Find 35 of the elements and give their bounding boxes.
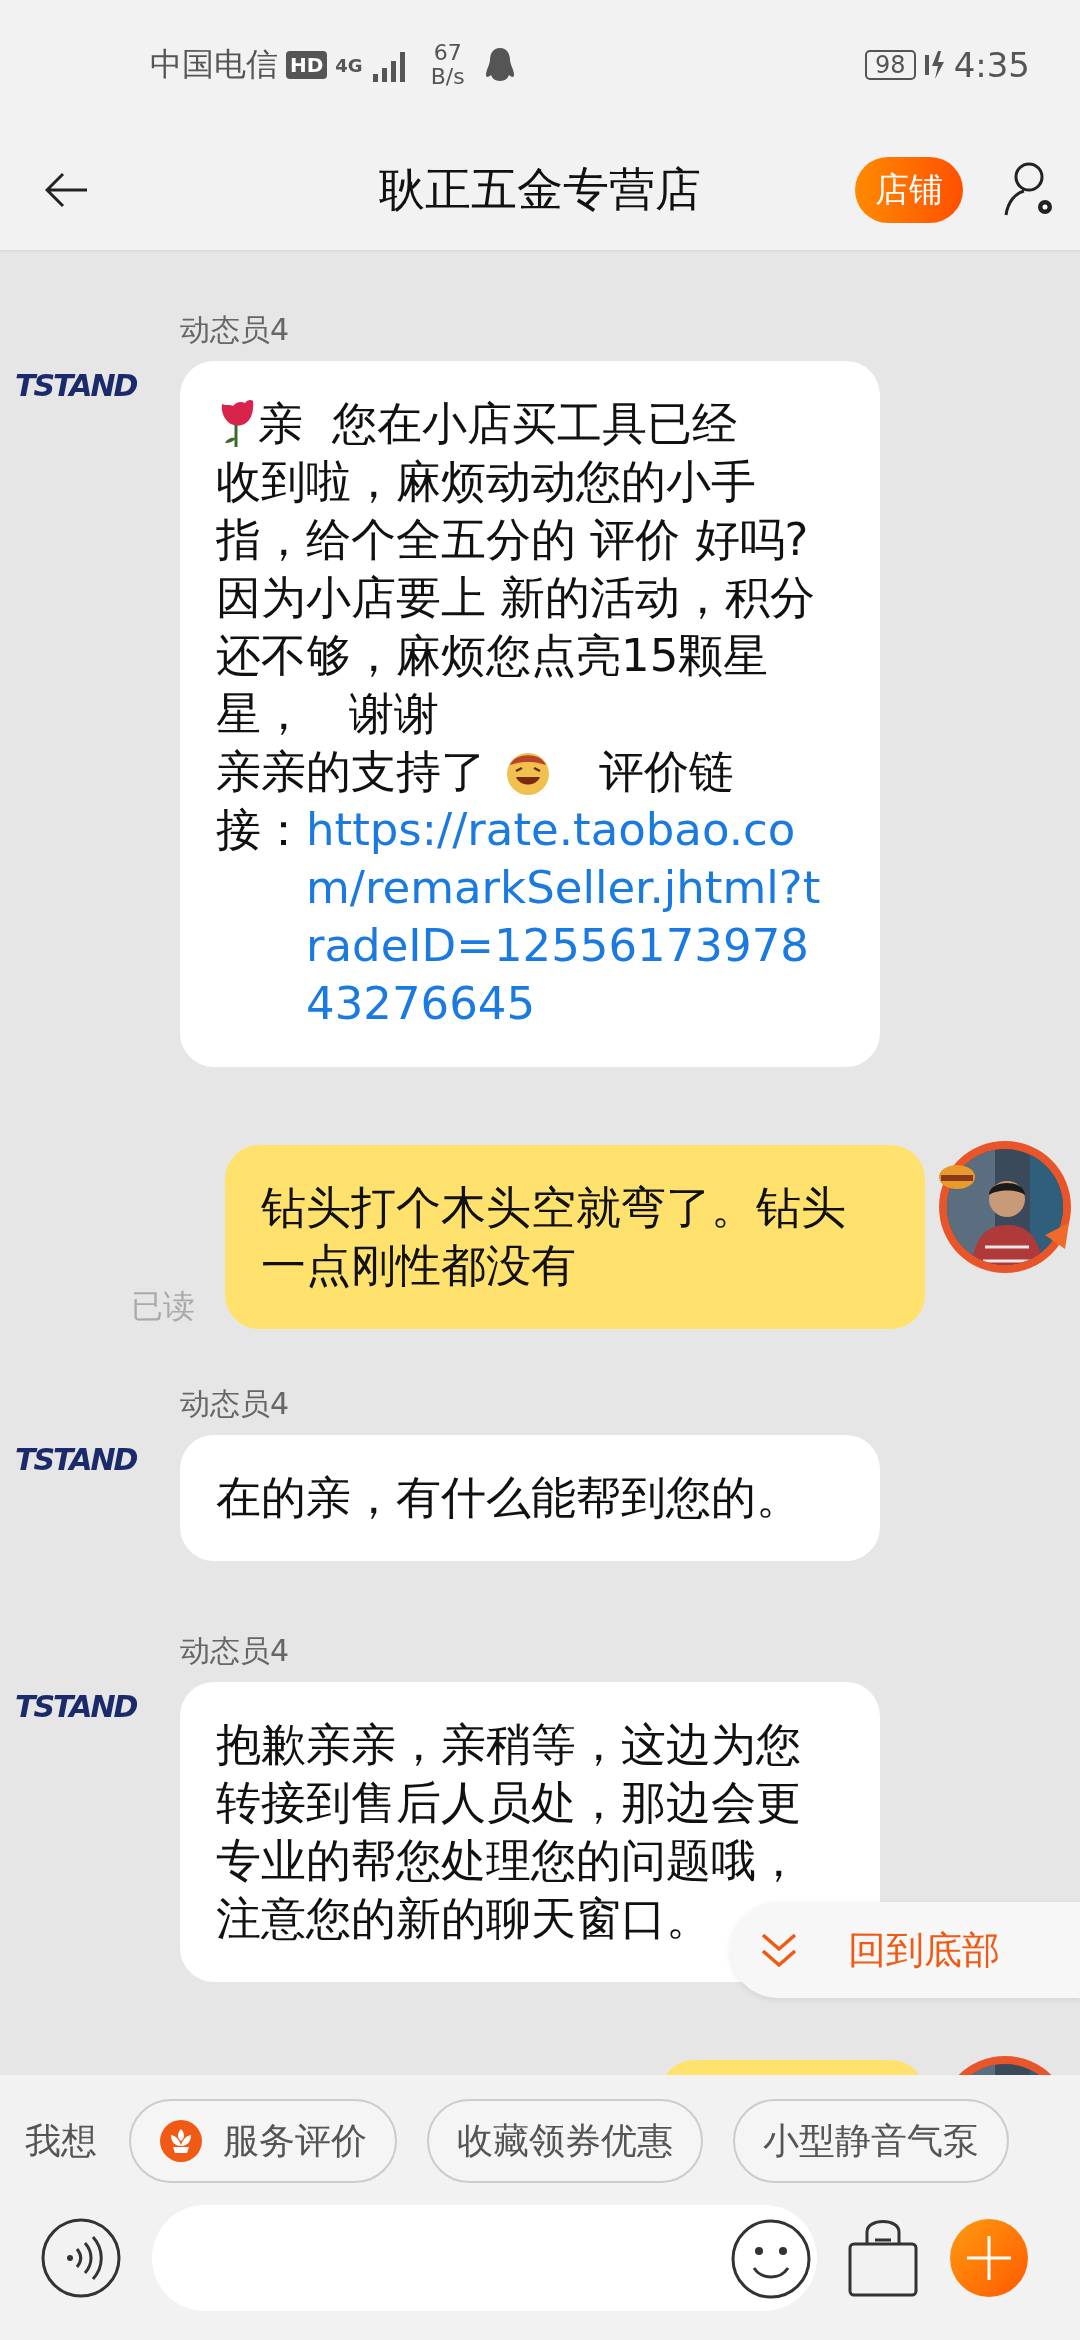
voice-icon[interactable] [40,2217,122,2299]
quick-reply-chip[interactable]: 收藏领券优惠 [427,2099,703,2183]
quick-reply-chip[interactable]: 小型静音气泵 [733,2099,1009,2183]
penguin-icon [484,47,515,83]
message-text: 评价链 [598,744,735,800]
shopping-bag-icon[interactable] [847,2218,919,2298]
flower-icon [159,2119,203,2163]
message-text: 钻头打个木头空就弯了。钻头一点刚性都没有 [261,1181,846,1292]
hd-badge: HD [286,51,328,79]
shop-logo[interactable]: TSTAND [15,360,155,410]
message-text: 在的亲，有什么能帮到您的。 [216,1470,801,1526]
battery-icon: 98 [865,50,916,80]
quick-reply-label: 我想 [25,2118,97,2163]
network-speed: 67 B/s [430,41,465,89]
sender-name: 动态员4 [180,311,291,349]
emoji-icon[interactable] [730,2218,812,2300]
read-status: 已读 [131,1286,195,1327]
message-text: 接： [216,802,306,858]
charging-icon [923,49,946,81]
sender-name: 动态员4 [180,1385,291,1423]
network-type: 4G [335,54,363,76]
shop-title: 耿正五金专营店 [379,161,701,218]
sender-name: 动态员4 [180,1632,291,1670]
back-arrow-icon[interactable] [45,172,89,208]
plus-icon[interactable] [949,2218,1029,2298]
double-chevron-icon [760,1932,798,1968]
message-text: 收到啦，麻烦动动您的小手指，给个全五分的 评价 好吗? 因为小店要上 新的活动，积分还不够，麻烦您点亮15颗星星， 谢谢 [216,454,817,742]
message-text: 亲 您在小店买工具已经 [258,396,737,452]
clock-time: 4:35 [953,45,1030,85]
quick-reply-chip[interactable]: 服务评价 [129,2099,397,2183]
carrier-name: 中国电信 [150,44,278,85]
rating-link[interactable]: https://rate.taobao.com/remarkSeller.jhtml?tradeID=1255617397843276645 [306,801,836,1033]
shop-logo[interactable]: TSTAND [15,1681,155,1731]
shop-logo[interactable]: TSTAND [15,1434,155,1484]
message-text: 亲亲的支持了 [216,744,487,800]
